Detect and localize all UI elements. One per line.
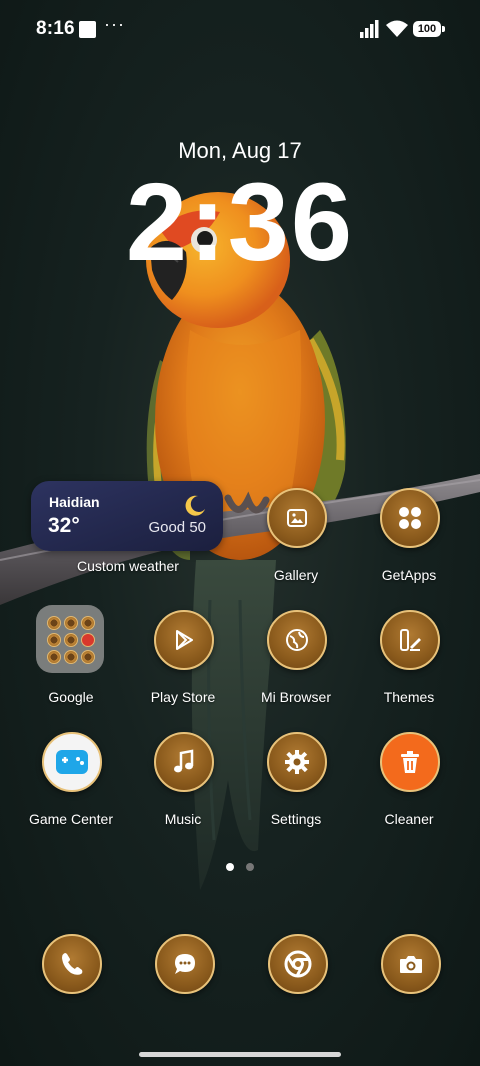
chrome-icon [284, 950, 312, 978]
play-store-icon[interactable] [154, 610, 214, 670]
dock-messages[interactable] [155, 934, 215, 994]
app-label: Game Center [28, 811, 114, 827]
dock-camera[interactable] [381, 934, 441, 994]
camera-icon [400, 956, 422, 973]
app-label: Themes [383, 689, 435, 705]
gear-icon[interactable] [267, 732, 327, 792]
messages-icon [175, 954, 195, 974]
dock-chrome[interactable] [268, 934, 328, 994]
getapps-icon[interactable] [380, 488, 440, 548]
app-label: Mi Browser [260, 689, 331, 705]
gallery-icon[interactable] [267, 488, 327, 548]
phone-icon [62, 953, 83, 975]
themes-icon[interactable] [380, 610, 440, 670]
page-indicator[interactable] [246, 863, 254, 871]
notification-square-icon [79, 21, 96, 38]
crescent-moon-icon [185, 495, 205, 516]
app-label: Music [164, 811, 202, 827]
battery-icon: 100 [413, 21, 445, 37]
music-note-icon[interactable] [154, 732, 214, 792]
app-label: GetApps [381, 567, 437, 583]
gamepad-icon[interactable] [42, 732, 102, 792]
weather-widget-label: Custom weather [77, 558, 179, 574]
app-label: Play Store [150, 689, 216, 705]
status-bar: 8:16 ··· 100 [0, 0, 480, 60]
app-label: Settings [270, 811, 322, 827]
app-label: Cleaner [384, 811, 434, 827]
home-indicator[interactable] [139, 1052, 341, 1057]
wifi-icon [386, 20, 408, 37]
google-folder-icon[interactable] [36, 605, 104, 673]
status-time: 8:16 [36, 18, 75, 39]
weather-temperature: 32° [48, 514, 80, 537]
battery-level: 100 [413, 21, 441, 37]
weather-widget[interactable]: Haidian 32° Good 50 [31, 481, 223, 551]
app-label: Gallery [273, 567, 319, 583]
cellular-signal-icon [360, 20, 379, 38]
globe-icon[interactable] [267, 610, 327, 670]
weather-air-quality: Good 50 [148, 519, 206, 536]
trash-icon[interactable] [380, 732, 440, 792]
more-notifications-icon: ··· [104, 14, 125, 34]
app-label: Google [48, 689, 94, 705]
page-indicator-active[interactable] [226, 863, 234, 871]
dock-phone[interactable] [42, 934, 102, 994]
weather-city: Haidian [49, 494, 100, 510]
lockscreen-clock[interactable]: 2:36 [0, 168, 480, 278]
